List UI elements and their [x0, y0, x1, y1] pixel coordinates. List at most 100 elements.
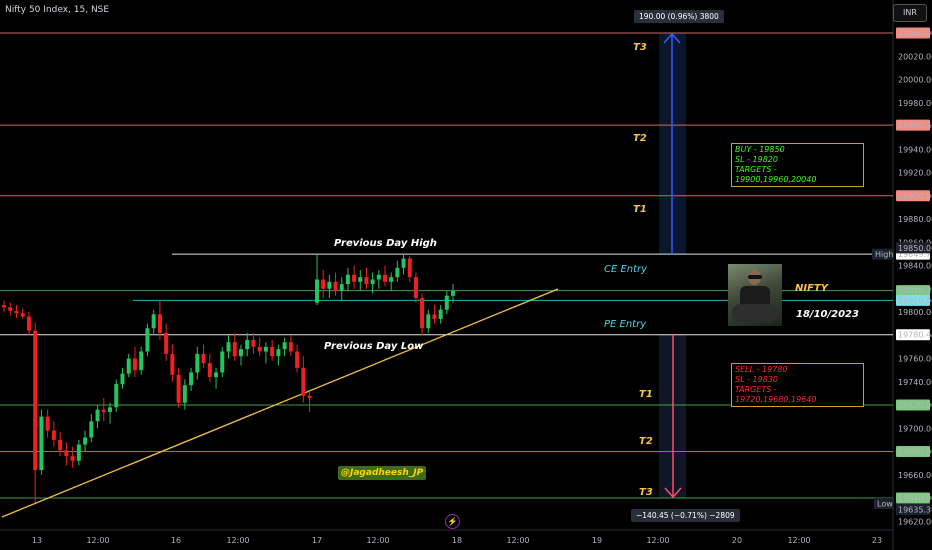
candle-body — [438, 309, 443, 319]
candle-body — [352, 274, 357, 282]
x-tick-label: 17 — [312, 536, 322, 545]
sell-targets: TARGETS - 19720,19680,19640 — [735, 385, 817, 404]
x-tick-label: 12:00 — [646, 536, 669, 545]
x-tick-label: 12:00 — [506, 536, 529, 545]
level-price-tag-text: 20040.00 — [898, 29, 932, 38]
level-price-tag-text: 19720.00 — [898, 401, 932, 410]
candle-body — [232, 342, 237, 357]
candle-body — [76, 444, 81, 461]
candle-body — [201, 353, 206, 364]
candle-body — [321, 279, 326, 289]
candle-body — [170, 353, 175, 375]
candle-body — [8, 307, 13, 311]
candle-body — [358, 277, 363, 282]
candle-body — [307, 395, 312, 399]
candle-body — [270, 346, 275, 357]
y-tick-label: 19700.00 — [898, 424, 932, 433]
candle-body — [451, 291, 455, 296]
currency-button[interactable]: INR — [893, 4, 927, 22]
lower-target-label: T3 — [639, 487, 653, 498]
candle-body — [139, 351, 144, 371]
level-price-tag-text: 19780.45 — [898, 331, 932, 340]
sell-box: SELL - 19780 SL - 19830 TARGETS - 19720,… — [731, 363, 864, 407]
candle-body — [176, 374, 181, 403]
x-tick-label: 18 — [452, 536, 462, 545]
candle-body — [315, 279, 319, 303]
candle-body — [214, 372, 219, 378]
y-tick-label: 19620.00 — [898, 517, 932, 526]
y-tick-label: 19760.00 — [898, 355, 932, 364]
candle-body — [51, 430, 56, 440]
extra-price-text: 19635.30 — [898, 505, 932, 514]
candle-body — [295, 351, 300, 368]
pe-entry-label: PE Entry — [604, 319, 647, 330]
candle-body — [132, 358, 137, 371]
candle-body — [195, 353, 200, 373]
buy-sl: SL - 19820 — [735, 155, 778, 164]
candle-body — [164, 332, 169, 354]
candle-body — [14, 310, 19, 314]
candle-body — [395, 267, 400, 278]
x-tick-label: 12:00 — [226, 536, 249, 545]
candle-body — [89, 421, 94, 438]
nifty-label: NIFTY — [795, 283, 830, 294]
candle-body — [426, 314, 431, 329]
y-tick-label: 20000.00 — [898, 76, 932, 85]
candle-body — [95, 409, 100, 422]
candle-body — [126, 358, 131, 374]
candle-body — [120, 373, 125, 385]
candle-body — [383, 274, 387, 282]
y-tick-label: 19800.00 — [898, 308, 932, 317]
candle-body — [333, 281, 338, 292]
candle-body — [444, 295, 449, 310]
candle-body — [220, 351, 225, 373]
y-tick-label: 19840.00 — [898, 262, 932, 271]
candle-body — [339, 284, 344, 292]
candle-body — [226, 342, 231, 352]
down-measure-label: −140.45 (−0.71%) −2809 — [631, 509, 740, 522]
symbol-title: Nifty 50 Index, 15, NSE — [5, 5, 110, 15]
candle-body — [389, 277, 394, 282]
ce-entry-label: CE Entry — [604, 264, 648, 275]
upper-target-label: T1 — [633, 204, 647, 215]
candle-body — [370, 279, 375, 285]
candle-body — [407, 258, 412, 278]
price-chart[interactable]: 19620.00 19640.00 19660.00 19680.00 19700.00… — [0, 0, 932, 550]
candle-body — [182, 385, 187, 403]
y-tick-label: 19740.00 — [898, 378, 932, 387]
candle-body — [70, 456, 75, 461]
author-photo — [728, 264, 782, 326]
candle-body — [413, 277, 418, 299]
candle-body — [108, 407, 113, 412]
candle-body — [420, 298, 425, 329]
y-tick-label: 19880.00 — [898, 215, 932, 224]
level-price-tag-text: 19640.00 — [898, 494, 932, 503]
candle-body — [345, 274, 350, 285]
candle-body — [327, 281, 332, 289]
candle-body — [114, 384, 119, 408]
y-tick-label: 20020.00 — [898, 52, 932, 61]
candle-body — [432, 314, 437, 319]
candle-body — [288, 342, 293, 352]
prev-day-low-label: Previous Day Low — [324, 341, 424, 352]
x-tick-label: 20 — [732, 536, 742, 545]
x-tick-label: 23 — [872, 536, 882, 545]
x-tick-label: 12:00 — [787, 536, 810, 545]
candle-body — [189, 372, 194, 386]
watermark-handle: @Jagadheesh_JP — [338, 466, 427, 480]
candle-body — [26, 316, 31, 331]
sell-entry: SELL - 19780 — [735, 365, 788, 374]
high-tag-text: High — [875, 250, 893, 259]
sell-sl: SL - 19830 — [735, 375, 778, 384]
level-price-tag-text: 19810.00 — [898, 296, 932, 305]
lightning-icon[interactable]: ⚡ — [445, 514, 460, 529]
candle-body — [20, 313, 25, 317]
candle-body — [364, 277, 369, 285]
lower-target-label: T1 — [639, 389, 653, 400]
candle-body — [33, 330, 38, 471]
candle-body — [145, 328, 150, 352]
x-tick-label: 19 — [592, 536, 602, 545]
candle-body — [245, 339, 250, 350]
candle-body — [207, 363, 212, 378]
candle-body — [64, 450, 69, 457]
